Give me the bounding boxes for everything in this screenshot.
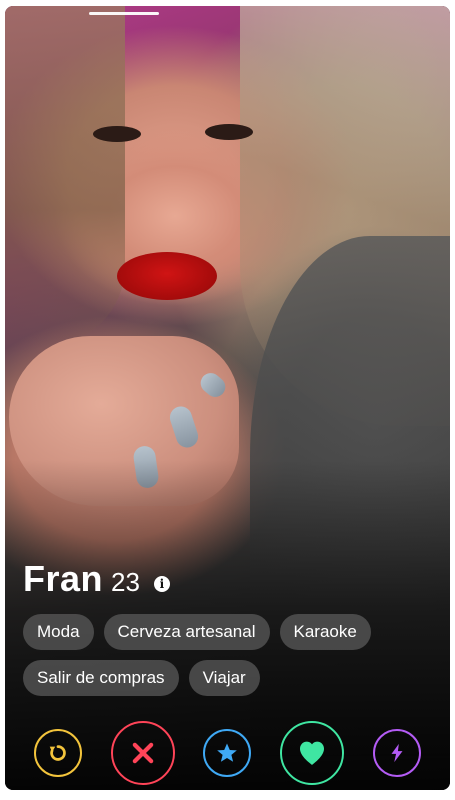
interest-tag: Salir de compras (23, 660, 179, 696)
boost-button[interactable] (373, 729, 422, 777)
photo-lips (117, 252, 217, 300)
profile-age: 23 (111, 567, 140, 597)
interest-tag: Viajar (188, 660, 260, 696)
like-button[interactable] (280, 721, 345, 785)
photo-page-indicator (89, 12, 159, 15)
photo-eye-left (93, 126, 141, 142)
profile-name: Fran (23, 558, 104, 599)
star-icon (217, 743, 238, 762)
action-bar (5, 716, 450, 790)
bolt-icon (391, 743, 403, 763)
rewind-button[interactable] (33, 729, 82, 777)
photo-eye-right (205, 124, 253, 140)
profile-info[interactable]: Fran 23 i (23, 558, 170, 600)
photo-hair-left (5, 6, 125, 346)
super-like-button[interactable] (203, 729, 252, 777)
interest-tags: Moda Cerveza artesanal Karaoke Salir de … (23, 614, 443, 696)
heart-icon (300, 741, 325, 765)
profile-card[interactable]: Fran 23 i Moda Cerveza artesanal Karaoke… (5, 6, 450, 790)
info-icon[interactable]: i (153, 576, 170, 592)
interest-tag: Karaoke (279, 614, 371, 650)
x-icon (132, 742, 153, 764)
rewind-icon (49, 745, 66, 761)
nope-button[interactable] (110, 721, 175, 785)
interest-tag: Moda (23, 614, 94, 650)
interest-tag: Cerveza artesanal (103, 614, 270, 650)
